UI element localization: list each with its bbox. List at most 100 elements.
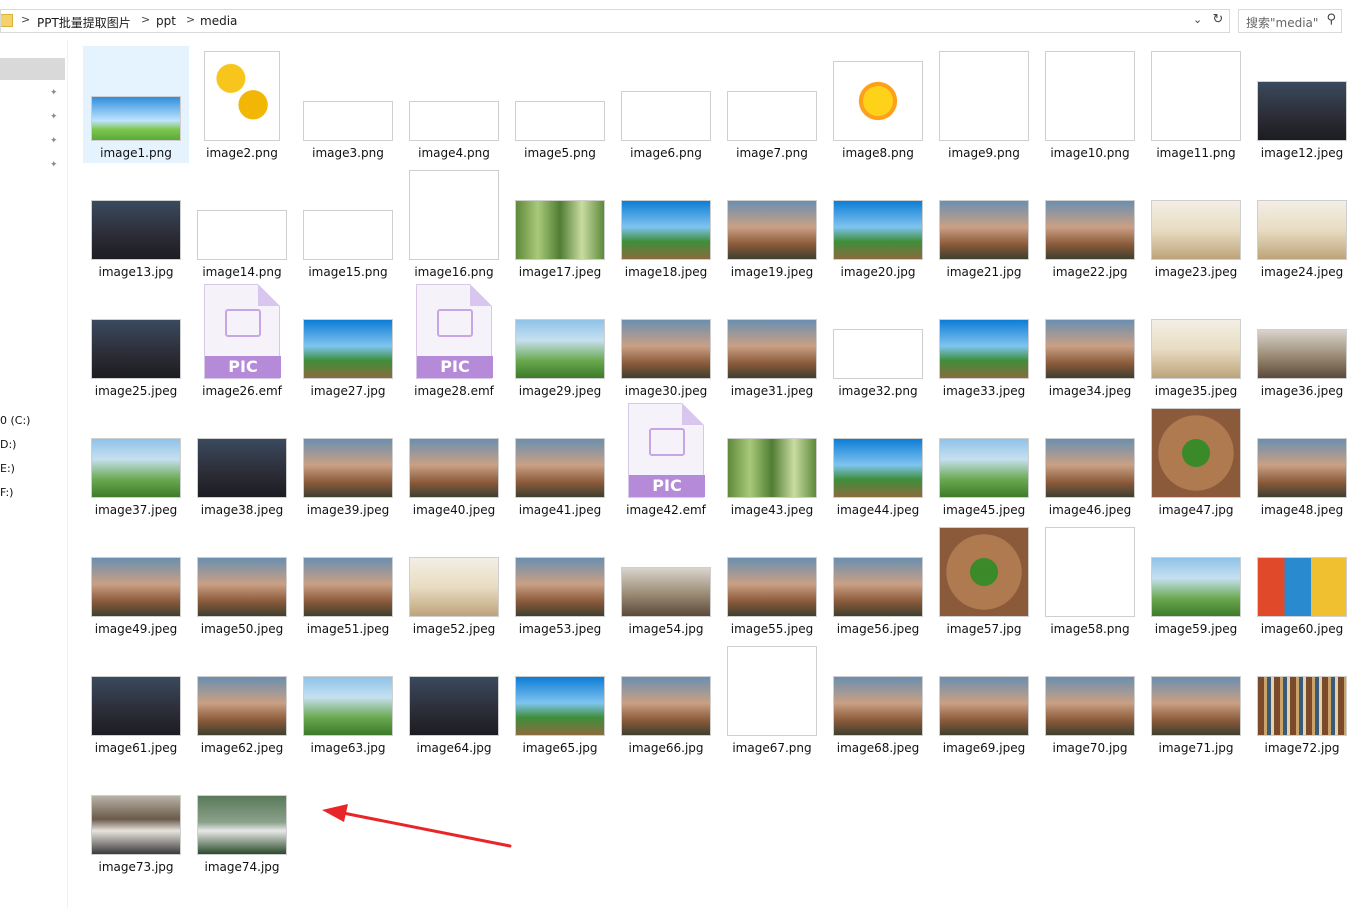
file-item[interactable]: image39.jpeg bbox=[295, 403, 401, 520]
file-item[interactable]: image29.jpeg bbox=[507, 284, 613, 401]
file-item[interactable]: image35.jpeg bbox=[1143, 284, 1249, 401]
search-input[interactable]: 搜索"media" bbox=[1246, 14, 1318, 31]
file-item[interactable]: image59.jpeg bbox=[1143, 522, 1249, 639]
file-thumbnail bbox=[515, 676, 605, 736]
file-item[interactable]: image12.jpeg bbox=[1249, 46, 1355, 163]
file-item[interactable]: image13.jpg bbox=[83, 165, 189, 282]
file-item[interactable]: image53.jpeg bbox=[507, 522, 613, 639]
file-name: image37.jpeg bbox=[94, 503, 178, 517]
file-item[interactable]: image1.png bbox=[83, 46, 189, 163]
file-item[interactable]: image56.jpeg bbox=[825, 522, 931, 639]
file-item[interactable]: image19.jpeg bbox=[719, 165, 825, 282]
nav-drive-c[interactable]: 0 (C:) bbox=[0, 414, 30, 427]
file-item[interactable]: image22.jpg bbox=[1037, 165, 1143, 282]
file-item[interactable]: image30.jpeg bbox=[613, 284, 719, 401]
file-item[interactable]: PIC image42.emf bbox=[613, 403, 719, 520]
file-item[interactable]: PIC image28.emf bbox=[401, 284, 507, 401]
refresh-icon[interactable]: ↻ bbox=[1210, 12, 1226, 28]
pin-icon[interactable]: ✦ bbox=[50, 88, 60, 98]
file-item[interactable]: image7.png bbox=[719, 46, 825, 163]
file-item[interactable]: image58.png bbox=[1037, 522, 1143, 639]
breadcrumb-chevron-icon[interactable]: > bbox=[141, 13, 150, 26]
file-item[interactable]: image9.png bbox=[931, 46, 1037, 163]
file-item[interactable]: image41.jpeg bbox=[507, 403, 613, 520]
file-item[interactable]: image60.jpeg bbox=[1249, 522, 1355, 639]
pin-icon[interactable]: ✦ bbox=[50, 160, 60, 170]
file-item[interactable]: image33.jpeg bbox=[931, 284, 1037, 401]
file-item[interactable]: image20.jpg bbox=[825, 165, 931, 282]
file-item[interactable]: image43.jpeg bbox=[719, 403, 825, 520]
file-item[interactable]: image11.png bbox=[1143, 46, 1249, 163]
breadcrumb-ppt-folder[interactable]: PPT批量提取图片 bbox=[37, 14, 131, 31]
search-box[interactable]: 搜索"media" ⚲ bbox=[1238, 9, 1342, 33]
file-item[interactable]: image3.png bbox=[295, 46, 401, 163]
file-item[interactable]: image45.jpeg bbox=[931, 403, 1037, 520]
file-item[interactable]: image44.jpeg bbox=[825, 403, 931, 520]
nav-drive-f[interactable]: F:) bbox=[0, 486, 13, 499]
file-name: image29.jpeg bbox=[518, 384, 602, 398]
chevron-down-icon[interactable]: ⌄ bbox=[1193, 13, 1202, 26]
nav-drive-d[interactable]: D:) bbox=[0, 438, 16, 451]
file-item[interactable]: image69.jpeg bbox=[931, 641, 1037, 758]
file-item[interactable]: image40.jpeg bbox=[401, 403, 507, 520]
file-item[interactable]: image52.jpeg bbox=[401, 522, 507, 639]
file-item[interactable]: image73.jpg bbox=[83, 760, 189, 877]
file-item[interactable]: image62.jpeg bbox=[189, 641, 295, 758]
file-item[interactable]: PIC image26.emf bbox=[189, 284, 295, 401]
search-icon[interactable]: ⚲ bbox=[1326, 12, 1336, 27]
nav-selected-item[interactable] bbox=[0, 58, 65, 80]
file-item[interactable]: image27.jpg bbox=[295, 284, 401, 401]
file-item[interactable]: image8.png bbox=[825, 46, 931, 163]
file-item[interactable]: image36.jpeg bbox=[1249, 284, 1355, 401]
file-item[interactable]: image47.jpg bbox=[1143, 403, 1249, 520]
file-item[interactable]: image65.jpg bbox=[507, 641, 613, 758]
file-item[interactable]: image23.jpeg bbox=[1143, 165, 1249, 282]
file-item[interactable]: image21.jpg bbox=[931, 165, 1037, 282]
file-item[interactable]: image46.jpeg bbox=[1037, 403, 1143, 520]
file-item[interactable]: image70.jpg bbox=[1037, 641, 1143, 758]
file-item[interactable]: image67.png bbox=[719, 641, 825, 758]
file-item[interactable]: image34.jpeg bbox=[1037, 284, 1143, 401]
file-item[interactable]: image25.jpeg bbox=[83, 284, 189, 401]
file-item[interactable]: image4.png bbox=[401, 46, 507, 163]
breadcrumb-chevron-icon[interactable]: > bbox=[21, 13, 30, 26]
file-item[interactable]: image66.jpg bbox=[613, 641, 719, 758]
file-item[interactable]: image48.jpeg bbox=[1249, 403, 1355, 520]
file-item[interactable]: image74.jpg bbox=[189, 760, 295, 877]
pin-icon[interactable]: ✦ bbox=[50, 136, 60, 146]
file-item[interactable]: image5.png bbox=[507, 46, 613, 163]
file-item[interactable]: image68.jpeg bbox=[825, 641, 931, 758]
address-bar[interactable]: > PPT批量提取图片 > ppt > media ⌄ ↻ bbox=[0, 9, 1230, 33]
file-item[interactable]: image72.jpg bbox=[1249, 641, 1355, 758]
file-item[interactable]: image61.jpeg bbox=[83, 641, 189, 758]
file-item[interactable]: image51.jpeg bbox=[295, 522, 401, 639]
breadcrumb-ppt[interactable]: ppt bbox=[156, 14, 176, 28]
document-icon: PIC bbox=[204, 284, 281, 379]
file-item[interactable]: image57.jpg bbox=[931, 522, 1037, 639]
breadcrumb-media[interactable]: media bbox=[200, 14, 237, 28]
breadcrumb-chevron-icon[interactable]: > bbox=[186, 13, 195, 26]
file-item[interactable]: image55.jpeg bbox=[719, 522, 825, 639]
file-item[interactable]: image54.jpg bbox=[613, 522, 719, 639]
file-item[interactable]: image18.jpeg bbox=[613, 165, 719, 282]
pin-icon[interactable]: ✦ bbox=[50, 112, 60, 122]
file-item[interactable]: image49.jpeg bbox=[83, 522, 189, 639]
file-item[interactable]: image24.jpeg bbox=[1249, 165, 1355, 282]
file-item[interactable]: image32.png bbox=[825, 284, 931, 401]
file-item[interactable]: image37.jpeg bbox=[83, 403, 189, 520]
file-item[interactable]: image64.jpg bbox=[401, 641, 507, 758]
file-item[interactable]: image17.jpeg bbox=[507, 165, 613, 282]
file-item[interactable]: image6.png bbox=[613, 46, 719, 163]
nav-drive-e[interactable]: E:) bbox=[0, 462, 15, 475]
file-thumbnail bbox=[727, 319, 817, 379]
file-item[interactable]: image71.jpg bbox=[1143, 641, 1249, 758]
file-item[interactable]: image10.png bbox=[1037, 46, 1143, 163]
file-item[interactable]: image31.jpeg bbox=[719, 284, 825, 401]
file-item[interactable]: image63.jpg bbox=[295, 641, 401, 758]
file-item[interactable]: image14.png bbox=[189, 165, 295, 282]
file-item[interactable]: image38.jpeg bbox=[189, 403, 295, 520]
file-item[interactable]: image50.jpeg bbox=[189, 522, 295, 639]
file-item[interactable]: image16.png bbox=[401, 165, 507, 282]
file-item[interactable]: image2.png bbox=[189, 46, 295, 163]
file-item[interactable]: image15.png bbox=[295, 165, 401, 282]
